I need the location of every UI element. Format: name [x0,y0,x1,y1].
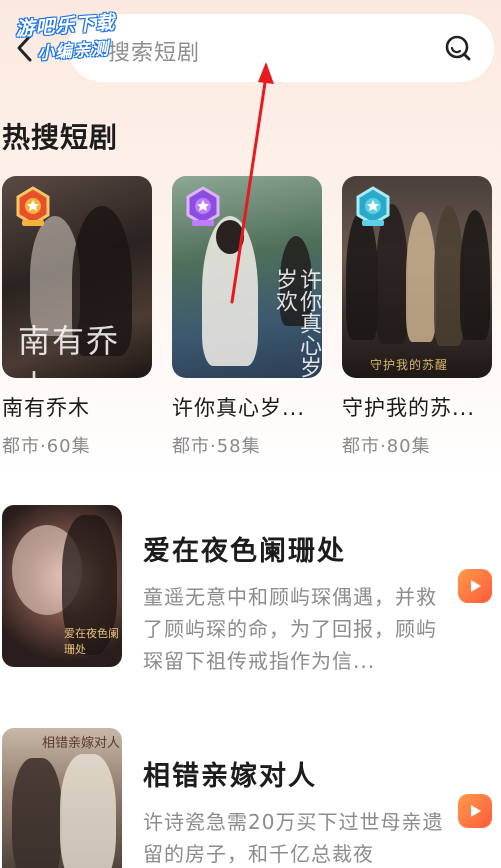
list-item[interactable]: 相错亲嫁对人 相错亲嫁对人 许诗瓷急需20万买下过世母亲遗留的房子，和千亿总裁夜… [0,728,501,868]
card-name: 守护我的苏... [342,396,476,420]
play-icon [471,580,481,592]
list-title: 相错亲嫁对人 [143,761,317,792]
list-poster-title: 相错亲嫁对人 [42,736,121,751]
poster-image: 许你真心岁岁欢 [172,176,322,378]
search-icon [445,35,471,61]
poster-image: 守护我的苏醒 [342,176,492,378]
poster-title: 南有乔木 [18,322,121,378]
list-item[interactable]: 爱在夜色阑珊处 爱在夜色阑珊处 童遥无意中和顾屿琛偶遇，并救了顾屿琛的命，为了回… [0,505,501,680]
hot-card[interactable]: 许你真心岁岁欢 许你真心岁... 都市·58集 [172,176,322,458]
card-meta: 都市·80集 [342,436,431,457]
medal-icon [186,186,220,226]
list-poster-image: 相错亲嫁对人 [2,728,122,868]
list-title: 爱在夜色阑珊处 [143,536,346,567]
search-button[interactable] [444,34,472,62]
list-poster-image: 爱在夜色阑珊处 [2,505,122,667]
list-description: 许诗瓷急需20万买下过世母亲遗留的房子，和千亿总裁夜▯▯▯▯▯▯▯▯▯▯▯▯ [143,810,444,866]
watermark-logo: 游吧乐下载 小编亲测 [12,5,147,64]
play-button[interactable] [458,569,492,603]
watermark-line2: 小编亲测 [36,39,110,65]
section-title-hot: 热搜短剧 [2,121,119,154]
card-name: 南有乔木 [2,396,90,420]
play-icon [471,805,481,817]
medal-icon [16,186,50,226]
hot-card[interactable]: 守护我的苏醒 守护我的苏... 都市·80集 [342,176,492,458]
list-description: 童遥无意中和顾屿琛偶遇，并救了顾屿琛的命，为了回报，顾屿琛留下祖传戒指作为信..… [143,585,437,673]
poster-title: 守护我的苏醒 [370,358,449,372]
top-bar: 搜索短剧 游吧乐下载 小编亲测 [0,0,501,100]
list-poster-title: 爱在夜色阑珊处 [64,627,119,656]
card-meta: 都市·60集 [2,436,91,457]
card-name: 许你真心岁... [172,396,306,420]
hot-card[interactable]: 南有乔木 南有乔木 都市·60集 [2,176,152,458]
poster-title: 许你真心岁岁欢 [272,268,321,378]
medal-icon [356,186,390,226]
play-button[interactable] [458,794,492,828]
card-meta: 都市·58集 [172,436,261,457]
poster-image: 南有乔木 [2,176,152,378]
